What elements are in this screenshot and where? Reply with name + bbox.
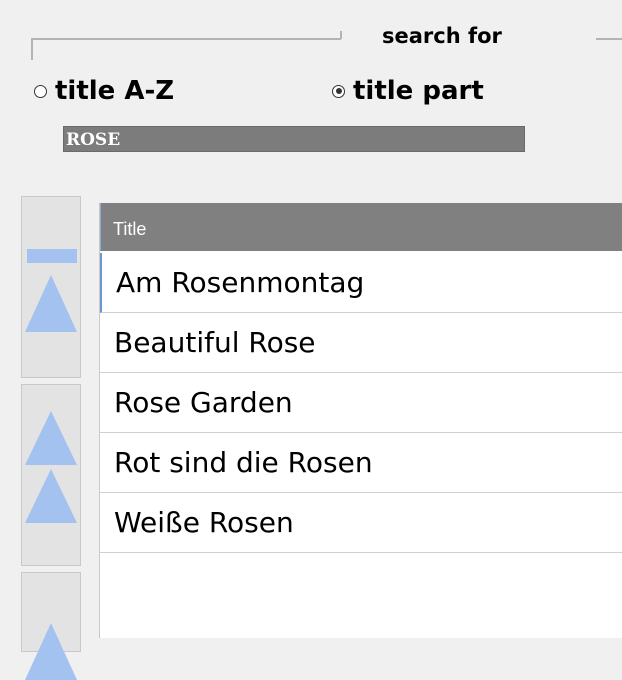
scroll-up-icon (25, 623, 77, 680)
list-item[interactable]: Beautiful Rose (100, 313, 622, 373)
list-item-label: Am Rosenmontag (116, 266, 365, 299)
scroll-to-top-button[interactable] (21, 196, 81, 378)
radio-checked-icon (332, 84, 345, 98)
list-item-label: Beautiful Rose (114, 326, 316, 359)
list-header[interactable]: Title (100, 203, 622, 251)
page-up-icon (25, 411, 77, 465)
list-item[interactable]: Am Rosenmontag (100, 253, 622, 313)
search-input[interactable] (63, 126, 525, 152)
list-item[interactable]: Rot sind die Rosen (100, 433, 622, 493)
radio-title-a-z-label: title A-Z (55, 76, 175, 106)
groupbox-top-edge-right (596, 38, 622, 40)
title-list[interactable]: Title Am Rosenmontag Beautiful Rose Rose… (99, 203, 622, 638)
list-item-label: Rose Garden (114, 386, 293, 419)
groupbox-left-edge (31, 38, 33, 60)
list-item[interactable]: Weiße Rosen (100, 493, 622, 553)
list-item[interactable]: Rose Garden (100, 373, 622, 433)
page-up-icon-second (25, 469, 77, 523)
list-item-label: Weiße Rosen (114, 506, 294, 539)
groupbox-top-edge-left (31, 38, 341, 40)
page-up-button[interactable] (21, 384, 81, 566)
list-item-label: Rot sind die Rosen (114, 446, 373, 479)
groupbox-tick-left (340, 31, 342, 39)
top-bar-shape (27, 249, 77, 263)
scroll-up-button[interactable] (21, 572, 81, 680)
radio-title-a-z[interactable]: title A-Z (34, 76, 174, 106)
radio-title-part-label: title part (353, 76, 484, 106)
scroll-to-top-icon (25, 275, 77, 332)
search-group-title: search for (378, 24, 506, 48)
radio-title-part[interactable]: title part (332, 76, 484, 106)
radio-unchecked-icon (34, 84, 47, 98)
column-header-title: Title (113, 219, 147, 239)
